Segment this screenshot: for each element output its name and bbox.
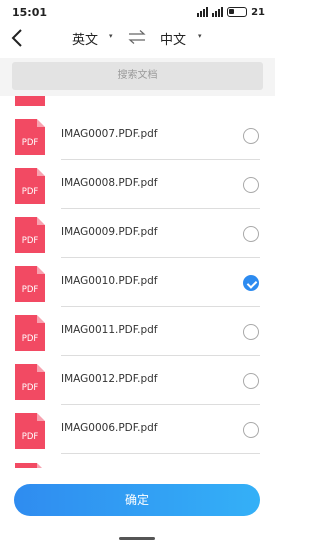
chevron-down-icon[interactable]: ▾ (109, 32, 113, 40)
select-radio[interactable] (243, 373, 259, 389)
file-list: PDF PDF IMAG0007.PDF.pdf PDF IMAG0008.PDF.p… (0, 96, 275, 468)
select-radio[interactable] (243, 177, 259, 193)
pdf-file-icon: PDF (15, 266, 45, 302)
file-name: IMAG0007.PDF.pdf (61, 128, 158, 140)
chevron-left-icon[interactable] (9, 27, 27, 49)
status-time: 15:01 (12, 6, 48, 19)
file-name: IMAG0009.PDF.pdf (61, 226, 158, 238)
status-bar: 15:01 21 (0, 0, 275, 24)
status-icons: 21 (197, 6, 265, 18)
select-radio[interactable] (243, 128, 259, 144)
select-radio[interactable] (243, 226, 259, 242)
pdf-file-icon: PDF (15, 119, 45, 155)
file-row[interactable]: PDF IMAG0008.PDF.pdf (0, 160, 275, 209)
search-bar-area: 搜索文档 (0, 58, 275, 96)
pdf-file-icon: PDF (15, 413, 45, 449)
battery-level: 21 (251, 6, 265, 18)
pdf-file-icon: PDF (15, 217, 45, 253)
check-circle-icon[interactable] (243, 275, 259, 291)
pdf-file-icon: PDF (15, 315, 45, 351)
file-row[interactable]: PDF IMAG0009.PDF.pdf (0, 209, 275, 258)
file-name: IMAG0012.PDF.pdf (61, 373, 158, 385)
pdf-file-icon: PDF (15, 364, 45, 400)
file-name: IMAG0006.PDF.pdf (61, 422, 158, 434)
file-row[interactable]: PDF IMAG0012.PDF.pdf (0, 356, 275, 405)
pdf-file-icon: PDF (15, 168, 45, 204)
file-name: IMAG0008.PDF.pdf (61, 177, 158, 189)
select-radio[interactable] (243, 422, 259, 438)
home-indicator (119, 537, 155, 540)
divider (61, 453, 260, 454)
search-input[interactable]: 搜索文档 (12, 62, 263, 90)
top-nav: 英文 ▾ 中文 ▾ (0, 24, 275, 54)
pdf-file-icon: PDF (15, 96, 45, 106)
battery-icon (227, 7, 248, 17)
swap-arrows-icon[interactable] (128, 29, 146, 45)
file-row[interactable]: PDF IMAG0006.PDF.pdf (0, 405, 275, 454)
select-radio[interactable] (243, 324, 259, 340)
chevron-down-icon[interactable]: ▾ (198, 32, 202, 40)
file-name: IMAG0011.PDF.pdf (61, 324, 158, 336)
target-language[interactable]: 中文 (160, 29, 186, 48)
file-row[interactable]: PDF IMAG0007.PDF.pdf (0, 111, 275, 160)
file-row[interactable]: PDF IMAG0010.PDF.pdf (0, 258, 275, 307)
signal-icon (197, 7, 209, 17)
confirm-button[interactable]: 确定 (14, 484, 260, 516)
pdf-file-icon: PDF (15, 463, 45, 468)
file-name: IMAG0010.PDF.pdf (61, 275, 158, 287)
file-row[interactable]: PDF IMAG0011.PDF.pdf (0, 307, 275, 356)
source-language[interactable]: 英文 (72, 29, 98, 48)
signal-icon-2 (212, 7, 224, 17)
